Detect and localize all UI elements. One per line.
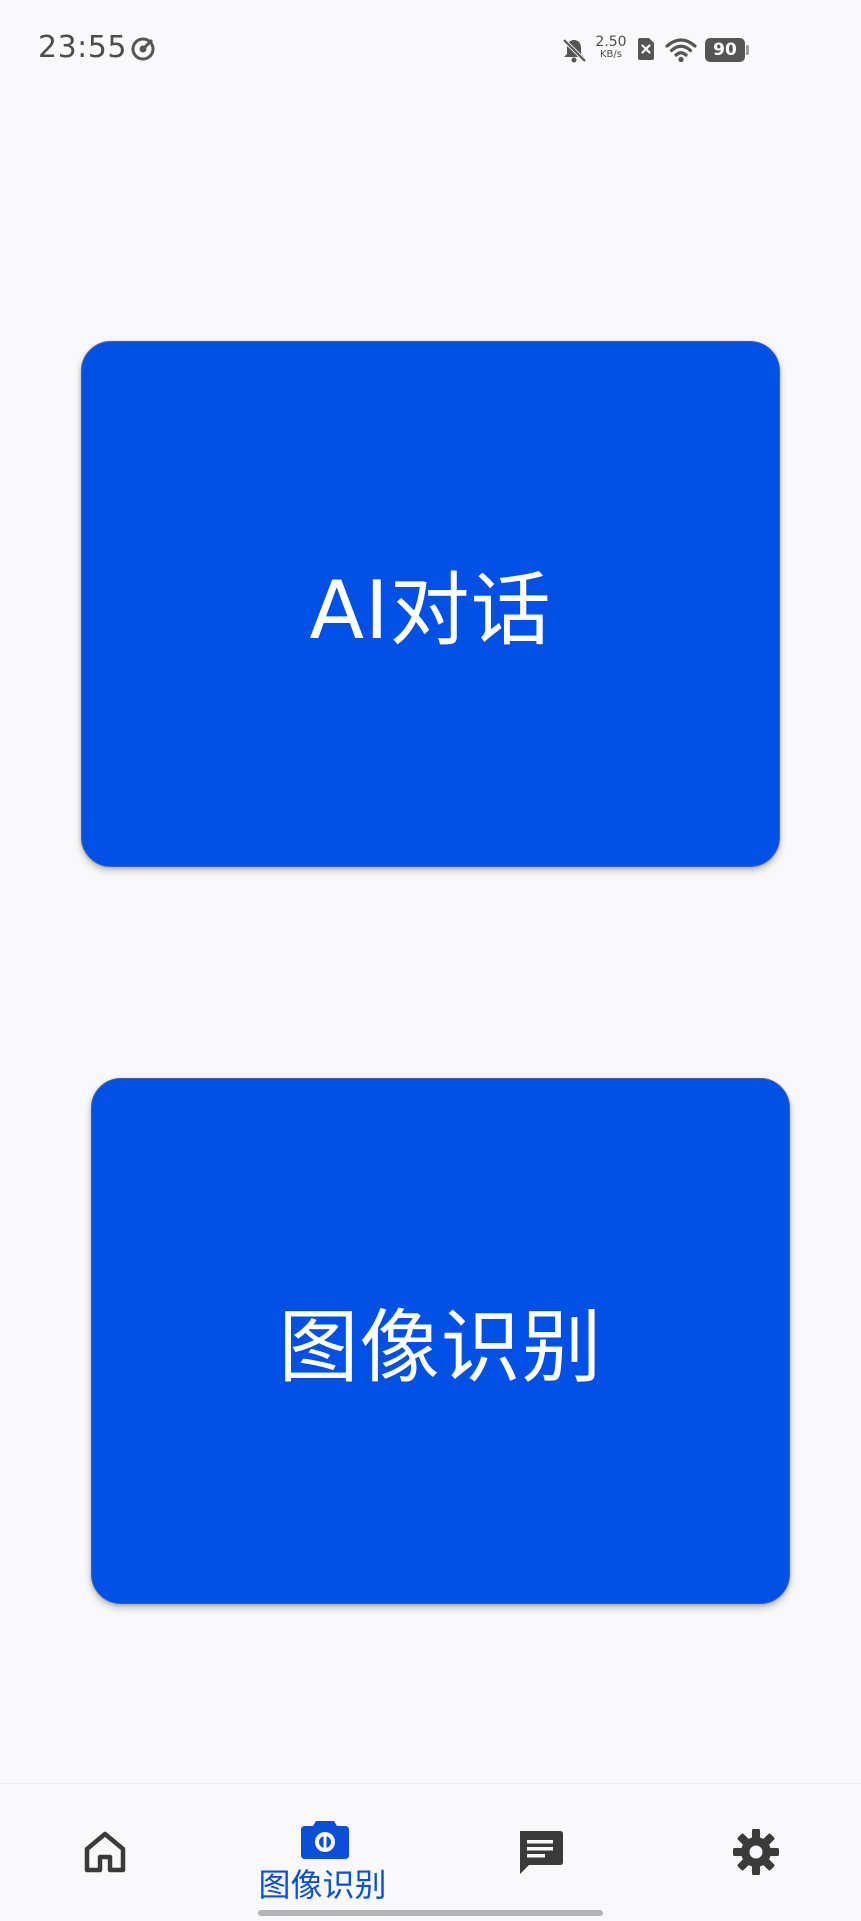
image-recognition-card[interactable]: 图像识别	[91, 1078, 790, 1604]
nav-item-image-recognition[interactable]: 图像识别	[215, 1784, 430, 1921]
net-speed-value: 2.50	[595, 34, 627, 50]
image-recognition-card-label: 图像识别	[278, 1301, 603, 1394]
chat-icon	[520, 1831, 563, 1874]
ai-chat-card[interactable]: AI对话	[81, 341, 780, 867]
battery-tip	[746, 45, 749, 55]
ai-chat-card-label: AI对话	[309, 564, 552, 657]
home-icon	[84, 1831, 126, 1873]
bell-off-icon	[562, 38, 587, 63]
nav-item-settings[interactable]	[645, 1784, 860, 1921]
status-bar: 23:55 2.50 KB/s 90	[0, 0, 861, 100]
app-sync-icon	[131, 37, 155, 61]
camera-icon	[301, 1821, 349, 1859]
home-indicator[interactable]	[258, 1910, 603, 1916]
bottom-nav: 图像识别	[0, 1783, 861, 1921]
nav-item-home[interactable]	[0, 1784, 215, 1921]
nav-item-chat[interactable]	[430, 1784, 645, 1921]
gear-icon	[733, 1829, 779, 1875]
battery-icon: 90	[705, 38, 749, 62]
nav-item-image-recognition-label: 图像识别	[258, 1866, 387, 1904]
net-speed: 2.50 KB/s	[594, 35, 628, 60]
battery-level: 90	[705, 38, 745, 62]
net-speed-unit: KB/s	[600, 49, 622, 60]
status-time: 23:55	[38, 30, 127, 65]
wifi-icon	[665, 38, 697, 63]
sim-x-icon	[638, 38, 654, 60]
